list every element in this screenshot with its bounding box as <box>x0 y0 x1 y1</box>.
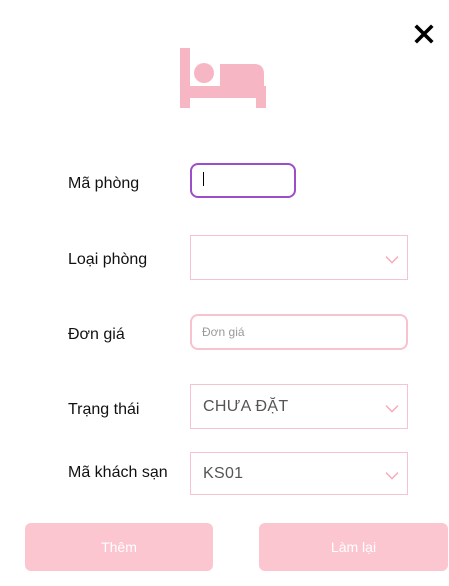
room-type-select[interactable] <box>190 235 408 280</box>
price-input[interactable] <box>190 314 408 350</box>
room-type-label: Loại phòng <box>68 251 148 268</box>
hotel-id-value: KS01 <box>203 464 244 482</box>
status-label: Trạng thái <box>68 401 140 418</box>
reset-button[interactable]: Làm lại <box>259 523 448 571</box>
text-cursor <box>203 172 204 186</box>
chevron-down-icon <box>385 255 399 264</box>
close-icon <box>414 24 434 44</box>
bed-icon <box>180 48 266 108</box>
hotel-id-label: Mã khách sạn <box>68 464 168 481</box>
chevron-down-icon <box>385 471 399 480</box>
close-button[interactable] <box>410 20 438 48</box>
room-id-input[interactable] <box>190 163 296 198</box>
chevron-down-icon <box>385 404 399 413</box>
status-select[interactable]: CHƯA ĐẶT <box>190 384 408 429</box>
status-value: CHƯA ĐẶT <box>203 397 289 415</box>
add-button[interactable]: Thêm <box>25 523 213 571</box>
add-room-dialog: Mã phòng Loại phòng Đơn giá Trạng thái C… <box>0 0 449 586</box>
hotel-id-select[interactable]: KS01 <box>190 452 408 495</box>
room-id-label: Mã phòng <box>68 175 140 192</box>
price-label: Đơn giá <box>68 326 125 343</box>
